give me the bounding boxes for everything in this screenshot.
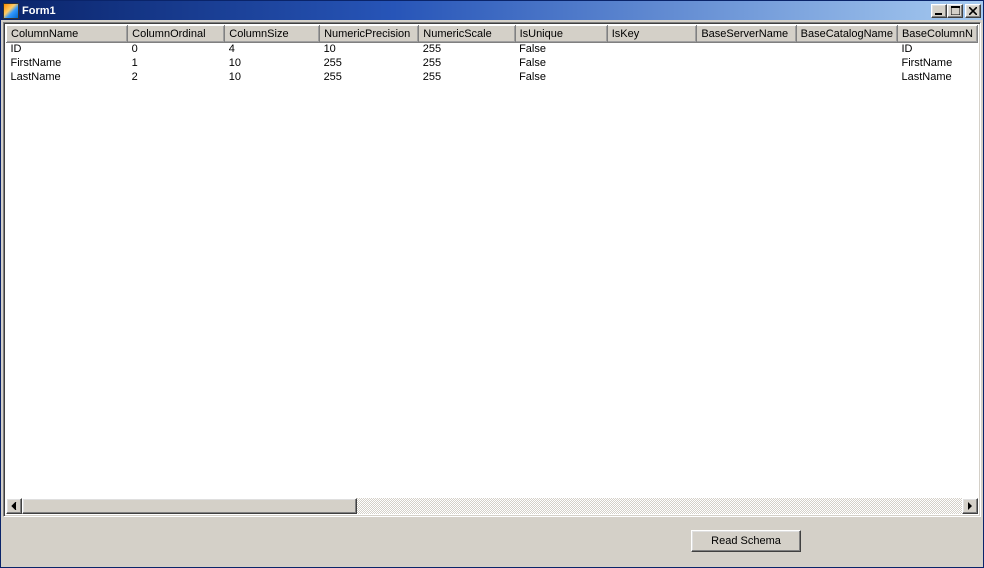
close-icon xyxy=(969,7,977,15)
column-header[interactable]: BaseColumnN xyxy=(897,26,977,43)
table-cell: ID xyxy=(7,43,128,57)
table-cell: 255 xyxy=(419,57,515,71)
table-cell xyxy=(607,43,697,57)
close-button[interactable] xyxy=(965,4,981,18)
table-cell xyxy=(796,57,897,71)
table-cell: 10 xyxy=(225,57,320,71)
column-header[interactable]: BaseServerName xyxy=(697,26,796,43)
scroll-left-button[interactable] xyxy=(6,498,22,514)
client-area: ColumnNameColumnOrdinalColumnSizeNumeric… xyxy=(1,20,983,567)
table-cell xyxy=(607,57,697,71)
table-cell: False xyxy=(515,43,607,57)
bottom-panel: Read Schema xyxy=(3,517,981,565)
table-cell: 255 xyxy=(320,57,419,71)
listview-header-row: ColumnNameColumnOrdinalColumnSizeNumeric… xyxy=(7,26,978,43)
minimize-icon xyxy=(935,7,943,15)
table-cell: 0 xyxy=(128,43,225,57)
table-cell xyxy=(607,71,697,85)
table-cell: 10 xyxy=(320,43,419,57)
table-cell xyxy=(796,43,897,57)
maximize-icon xyxy=(951,6,960,15)
table-cell: 10 xyxy=(225,71,320,85)
minimize-button[interactable] xyxy=(931,4,947,18)
table-cell: LastName xyxy=(897,71,977,85)
listview-content[interactable]: ColumnNameColumnOrdinalColumnSizeNumeric… xyxy=(6,25,978,498)
column-header[interactable]: NumericPrecision xyxy=(320,26,419,43)
chevron-right-icon xyxy=(967,502,973,510)
column-header[interactable]: ColumnSize xyxy=(225,26,320,43)
table-cell: False xyxy=(515,71,607,85)
table-cell: 2 xyxy=(128,71,225,85)
column-header[interactable]: ColumnName xyxy=(7,26,128,43)
column-header[interactable]: BaseCatalogName xyxy=(796,26,897,43)
listview[interactable]: ColumnNameColumnOrdinalColumnSizeNumeric… xyxy=(3,22,981,517)
table-cell: ID xyxy=(897,43,977,57)
table-cell: FirstName xyxy=(897,57,977,71)
table-cell xyxy=(796,71,897,85)
table-cell: LastName xyxy=(7,71,128,85)
scroll-thumb[interactable] xyxy=(22,498,357,514)
chevron-left-icon xyxy=(11,502,17,510)
app-icon xyxy=(3,3,19,19)
listview-table: ColumnNameColumnOrdinalColumnSizeNumeric… xyxy=(6,25,978,85)
table-cell: FirstName xyxy=(7,57,128,71)
column-header[interactable]: NumericScale xyxy=(419,26,515,43)
column-header[interactable]: IsKey xyxy=(607,26,697,43)
table-cell: False xyxy=(515,57,607,71)
table-cell: 255 xyxy=(419,43,515,57)
scroll-track[interactable] xyxy=(22,498,962,514)
table-cell xyxy=(697,57,796,71)
window-title: Form1 xyxy=(22,5,56,17)
table-cell: 255 xyxy=(320,71,419,85)
table-cell: 1 xyxy=(128,57,225,71)
column-header[interactable]: IsUnique xyxy=(515,26,607,43)
window-controls xyxy=(931,4,981,18)
horizontal-scrollbar[interactable] xyxy=(6,498,978,514)
table-cell: 4 xyxy=(225,43,320,57)
read-schema-button[interactable]: Read Schema xyxy=(691,530,801,552)
table-cell xyxy=(697,71,796,85)
maximize-button[interactable] xyxy=(947,4,963,18)
titlebar[interactable]: Form1 xyxy=(1,1,983,20)
column-header[interactable]: ColumnOrdinal xyxy=(128,26,225,43)
table-cell: 255 xyxy=(419,71,515,85)
table-cell xyxy=(697,43,796,57)
window-frame: Form1 ColumnNameColumnOrdinalColumnSizeN… xyxy=(0,0,984,568)
table-row[interactable]: ID0410255FalseID xyxy=(7,43,978,57)
table-row[interactable]: FirstName110255255FalseFirstName xyxy=(7,57,978,71)
scroll-right-button[interactable] xyxy=(962,498,978,514)
table-row[interactable]: LastName210255255FalseLastName xyxy=(7,71,978,85)
